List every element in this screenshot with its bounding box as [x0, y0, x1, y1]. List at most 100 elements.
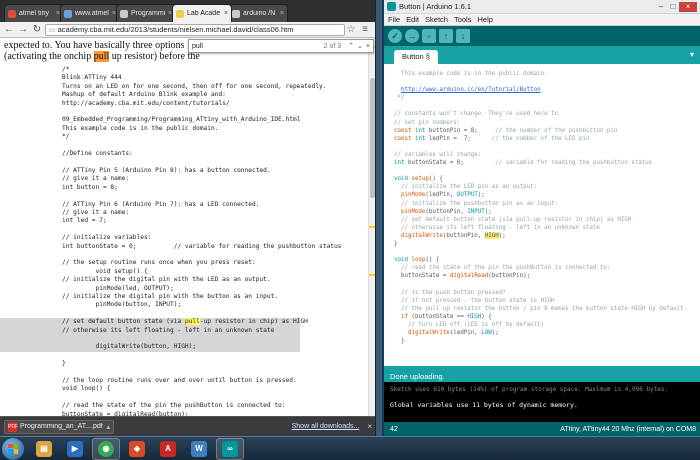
upload-arrow-icon[interactable]: → — [405, 29, 419, 43]
taskbar-wordpad-button[interactable]: W — [185, 438, 213, 460]
code-line: http://academy.cba.mit.edu/content/tutor… — [62, 99, 230, 107]
save-icon[interactable]: ↓ — [456, 29, 470, 43]
code-line: /* — [62, 66, 70, 73]
code-line: pinMode(led, OUTPUT); — [62, 284, 174, 292]
document-icon: W — [191, 440, 207, 457]
acrobat-icon: A — [160, 440, 176, 457]
minimize-icon[interactable]: – — [655, 2, 667, 12]
tab-close-icon[interactable]: × — [224, 10, 228, 17]
close-icon[interactable]: × — [367, 422, 372, 431]
code-line: // ATTiny Pin 5 (Arduino Pin 8): has a b… — [62, 166, 271, 174]
menu-edit[interactable]: Edit — [406, 15, 419, 24]
code-line: pinMode(button, INPUT); — [62, 301, 182, 309]
menu-file[interactable]: File — [388, 15, 400, 24]
browser-tab[interactable]: arduino /N × — [228, 4, 288, 22]
menu-icon[interactable]: ≡ — [359, 24, 371, 36]
sketch-tabs: Button § ▾ — [384, 46, 700, 64]
code-line: int led = 7; — [62, 217, 107, 225]
find-match-marker — [369, 226, 375, 228]
window-title: Button | Arduino 1.6.1 — [399, 2, 472, 11]
tab-favicon-icon — [8, 9, 16, 18]
arduino-icon: ∞ — [222, 440, 238, 457]
menu-sketch[interactable]: Sketch — [425, 15, 448, 24]
code-editor[interactable]: This example code is in the public domai… — [384, 64, 700, 366]
taskbar-app-button[interactable]: ◈ — [123, 438, 151, 460]
ide-toolbar: ✓ → ▫ ↑ ↓ — [384, 26, 700, 46]
code-line: // give it a name: — [62, 175, 130, 183]
selected-code-line — [0, 335, 300, 344]
page-scrollbar[interactable] — [368, 38, 375, 416]
line-number: 42 — [390, 425, 398, 433]
status-text: Done uploading. — [390, 372, 445, 381]
browser-tab[interactable]: atmel tiny × — [4, 4, 64, 22]
bookmark-star-icon[interactable]: ☆ — [345, 24, 357, 36]
windows-logo-icon — [8, 443, 18, 454]
find-prev-icon[interactable]: ⌃ — [348, 42, 354, 50]
folder-icon: ▤ — [36, 440, 52, 457]
windows-taskbar: ▤ ▶ ◉ ◈ A W ∞ — [0, 436, 700, 460]
page-content: expected to. You have basically three op… — [0, 38, 368, 416]
reload-icon[interactable]: ↻ — [31, 24, 43, 36]
download-item[interactable]: PDF Programming_an_AT....pdf ▴ — [4, 419, 114, 434]
address-bar[interactable]: ▭ academy.cba.mit.edu/2013/students/niel… — [45, 23, 345, 36]
selected-code-line: // otherwise its left floating - left in… — [0, 326, 300, 335]
verify-check-icon[interactable]: ✓ — [388, 29, 402, 43]
find-close-icon[interactable]: × — [366, 43, 370, 50]
find-bar: pull 2 of 3 ⌃ ⌄ × — [188, 39, 374, 53]
selected-code-line: // set default button state (via pull-up… — [0, 318, 308, 327]
download-bar: PDF Programming_an_AT....pdf ▴ Show all … — [0, 416, 375, 436]
show-all-downloads-link[interactable]: Show all downloads... — [292, 423, 360, 430]
browser-tab-active[interactable]: Lab Acade × — [172, 4, 232, 22]
ide-status-bar: Done uploading. — [384, 366, 700, 382]
code-block: /* Blink ATTiny 444 Turns on an LED on f… — [0, 66, 368, 416]
app-icon: ◈ — [129, 440, 145, 457]
code-line: This example code is in the public domai… — [62, 124, 219, 132]
tab-close-icon[interactable]: × — [280, 10, 284, 17]
menu-help[interactable]: Help — [477, 15, 492, 24]
media-player-icon: ▶ — [67, 440, 83, 457]
forward-arrow-icon[interactable]: → — [17, 24, 29, 36]
desktop: atmel tiny × www.atmel × Programmi × Lab Ac… — [0, 0, 700, 460]
code-line: int buttonState = 0; // variable for rea… — [62, 242, 342, 250]
code-line: */ — [62, 133, 70, 141]
start-button[interactable] — [2, 437, 24, 460]
page-icon: ▭ — [49, 26, 56, 34]
find-count: 2 of 3 — [323, 42, 342, 50]
browser-tab[interactable]: www.atmel × — [60, 4, 120, 22]
ide-footer: 42 ATtiny, ATtiny44 20 Mhz (internal) on… — [384, 422, 700, 436]
code-line: int button = 8; — [62, 183, 118, 191]
code-line: 09_Embedded_Programming/Programming_ATti… — [62, 116, 301, 124]
find-input[interactable]: pull — [192, 43, 324, 50]
code-line: // the setup routine runs once when you … — [62, 259, 256, 267]
taskbar-explorer-button[interactable]: ▤ — [30, 438, 58, 460]
scrollbar-thumb[interactable] — [370, 78, 375, 198]
board-info: ATtiny, ATtiny44 20 Mhz (internal) on CO… — [560, 425, 696, 433]
chevron-up-icon[interactable]: ▴ — [106, 423, 110, 431]
arduino-ide-window: Button | Arduino 1.6.1 – □ × File Edit S… — [382, 0, 700, 436]
code-line: // ATTiny Pin 6 (Arduino Pin 7): has a L… — [62, 200, 260, 208]
code-line: // initialize the digital pin with the b… — [62, 292, 279, 300]
taskbar-chrome-button[interactable]: ◉ — [92, 437, 120, 460]
tab-favicon-icon — [120, 9, 128, 18]
close-icon[interactable]: × — [679, 1, 697, 12]
open-folder-icon[interactable]: ↑ — [439, 29, 453, 43]
tab-favicon-icon — [232, 9, 240, 18]
console-line: Global variables use 11 bytes of dynamic… — [390, 401, 578, 409]
code-line: // initialize the digital pin with the L… — [62, 276, 271, 284]
code-line: // initialize variables: — [62, 234, 152, 242]
browser-tab[interactable]: Programmi × — [116, 4, 176, 22]
code-line: } — [62, 360, 66, 368]
menu-tools[interactable]: Tools — [454, 15, 472, 24]
pdf-icon: PDF — [8, 421, 18, 432]
browser-tabstrip: atmel tiny × www.atmel × Programmi × Lab Ac… — [0, 0, 375, 22]
new-file-icon[interactable]: ▫ — [422, 29, 436, 43]
sketch-tab[interactable]: Button § — [394, 50, 438, 64]
tab-menu-icon[interactable]: ▾ — [690, 50, 694, 59]
taskbar-arduino-button[interactable]: ∞ — [216, 437, 244, 460]
maximize-icon[interactable]: □ — [667, 2, 679, 12]
find-next-icon[interactable]: ⌄ — [357, 42, 363, 50]
taskbar-media-player-button[interactable]: ▶ — [61, 438, 89, 460]
back-arrow-icon[interactable]: ← — [3, 24, 15, 36]
taskbar-acrobat-button[interactable]: A — [154, 438, 182, 460]
find-match-marker — [369, 274, 375, 276]
